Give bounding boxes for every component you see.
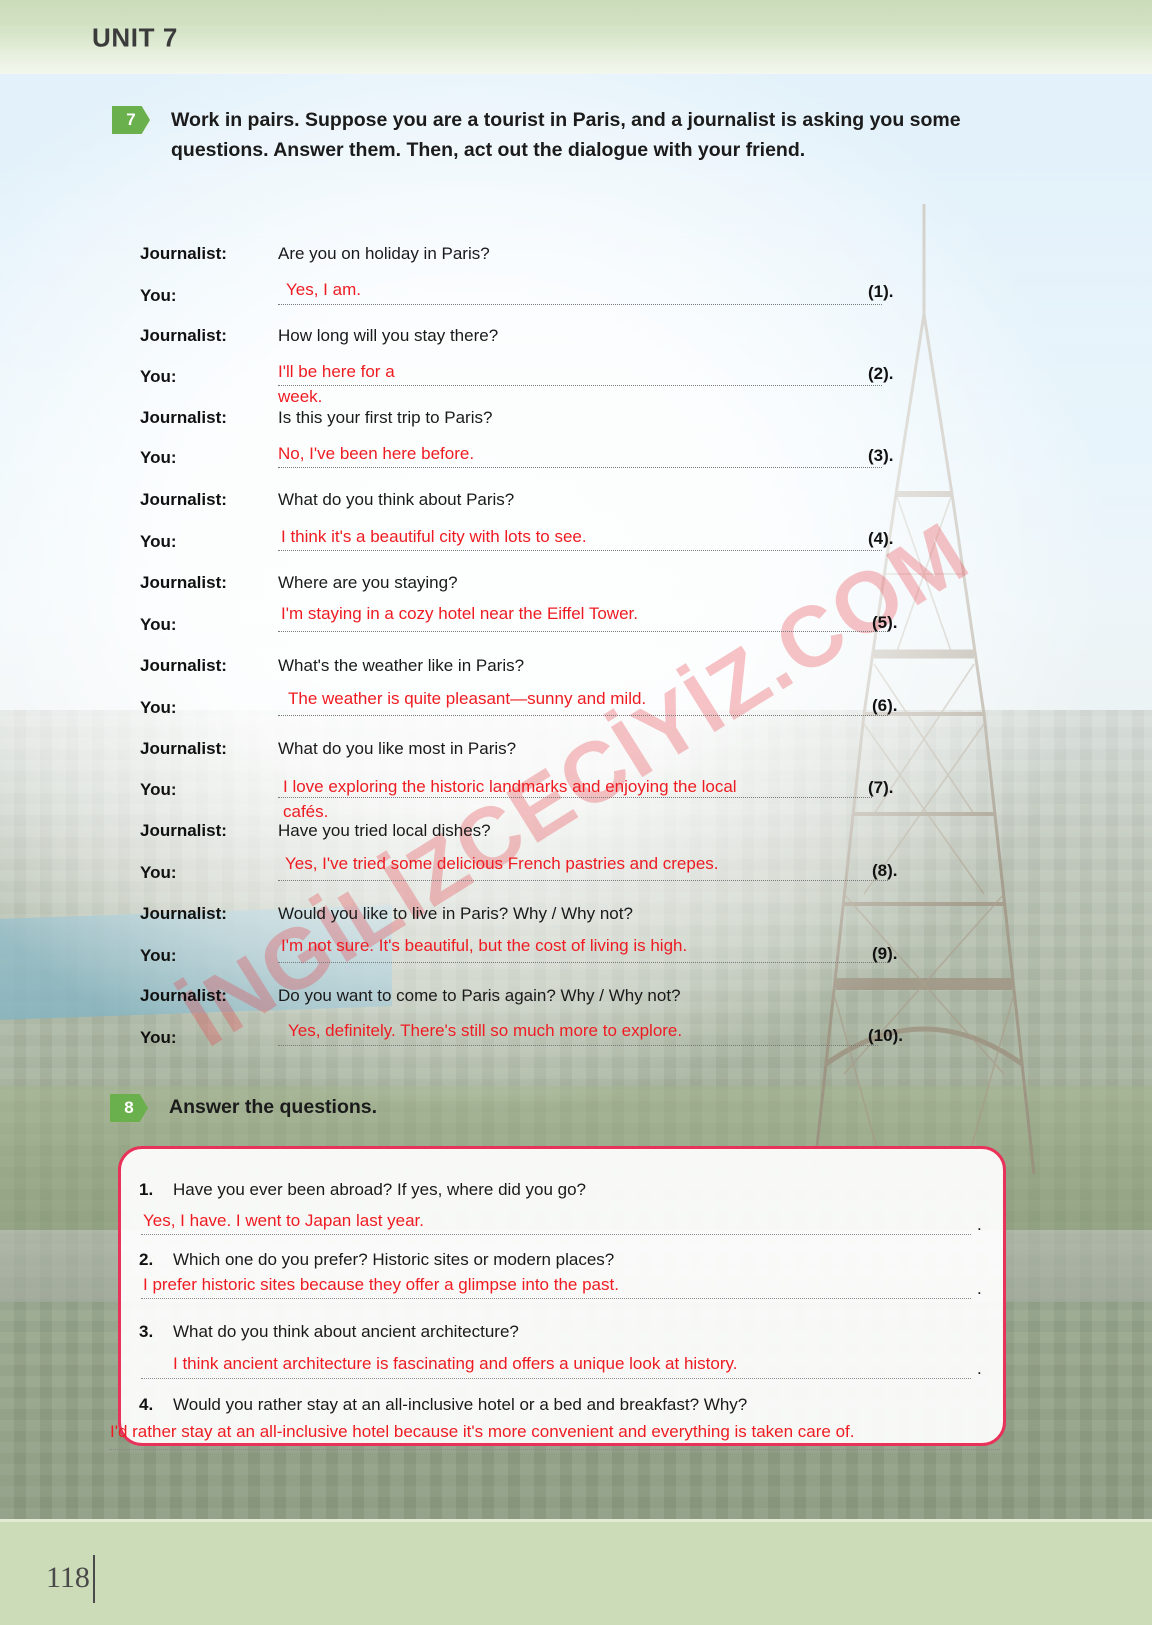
answer-line[interactable] — [278, 384, 882, 386]
answer-text[interactable]: I think it's a beautiful city with lots … — [281, 527, 587, 547]
answer-line[interactable] — [278, 630, 888, 632]
exercise-8-instruction: Answer the questions. — [169, 1096, 378, 1118]
answer-line[interactable] — [141, 1297, 971, 1299]
answer-text[interactable]: Yes, definitely. There's still so much m… — [288, 1021, 682, 1041]
speaker-label-journalist: Journalist: — [140, 244, 227, 263]
blank-marker: (4). — [868, 529, 894, 548]
journalist-question: Have you tried local dishes? — [278, 821, 491, 840]
blank-marker: (8). — [872, 861, 898, 880]
question-number: 3. — [139, 1322, 154, 1341]
answer-text-line2[interactable]: cafés. — [283, 802, 328, 822]
textbook-page: İNGİLİZCECİYİZ.COM UNIT 7 7 Work in pair… — [0, 0, 1152, 1625]
answer-text[interactable]: I'm staying in a cozy hotel near the Eif… — [281, 604, 638, 624]
question-text: Which one do you prefer? Historic sites … — [173, 1250, 615, 1269]
question-text: What do you think about ancient architec… — [173, 1322, 519, 1341]
blank-marker: (10). — [868, 1026, 903, 1045]
answer-line[interactable] — [278, 714, 888, 716]
page-header-band: UNIT 7 — [0, 0, 1152, 74]
question-number: 4. — [139, 1395, 154, 1414]
page-number: 118 — [46, 1561, 90, 1594]
answer-line[interactable] — [278, 303, 882, 305]
blank-marker: (7). — [868, 778, 894, 797]
answer-text[interactable]: I love exploring the historic landmarks … — [283, 777, 737, 797]
exercise-7-instruction: Work in pairs. Suppose you are a tourist… — [171, 109, 961, 161]
blank-marker: (5). — [872, 613, 898, 632]
answer-text-line2[interactable]: week. — [278, 387, 322, 407]
exercise-8-number-badge: 8 — [110, 1094, 148, 1122]
answer-line[interactable] — [141, 1377, 971, 1379]
question-text: Have you ever been abroad? If yes, where… — [173, 1180, 586, 1199]
speaker-label-journalist: Journalist: — [140, 656, 227, 675]
journalist-question: Would you like to live in Paris? Why / W… — [278, 904, 633, 923]
journalist-question: Do you want to come to Paris again? Why … — [278, 986, 681, 1005]
answer-text[interactable]: The weather is quite pleasant—sunny and … — [288, 689, 646, 709]
question-number: 1. — [139, 1180, 154, 1199]
exercise-8-question-box: 1. Have you ever been abroad? If yes, wh… — [118, 1146, 1006, 1446]
answer-line[interactable] — [278, 466, 882, 468]
speaker-label-you: You: — [140, 286, 177, 305]
blank-marker: (3). — [868, 446, 894, 465]
speaker-label-journalist: Journalist: — [140, 490, 227, 509]
speaker-label-journalist: Journalist: — [140, 904, 227, 923]
speaker-label-you: You: — [140, 780, 177, 799]
answer-period: . — [977, 1359, 982, 1378]
footer-top-edge — [0, 1519, 1152, 1522]
speaker-label-you: You: — [140, 367, 177, 386]
answer-period: . — [977, 1279, 982, 1298]
exercise-7-heading: 7 Work in pairs. Suppose you are a touri… — [112, 106, 1026, 166]
blank-marker: (9). — [872, 944, 898, 963]
speaker-label-you: You: — [140, 698, 177, 717]
blank-marker: (6). — [872, 696, 898, 715]
journalist-question: What do you like most in Paris? — [278, 739, 517, 758]
blank-marker: (2). — [868, 364, 894, 383]
journalist-question: Where are you staying? — [278, 573, 458, 592]
speaker-label-journalist: Journalist: — [140, 408, 227, 427]
speaker-label-journalist: Journalist: — [140, 986, 227, 1005]
question-text: Would you rather stay at an all-inclusiv… — [173, 1395, 748, 1414]
exercise-8-heading: 8 Answer the questions. — [110, 1094, 377, 1122]
speaker-label-you: You: — [140, 615, 177, 634]
question-number: 2. — [139, 1250, 154, 1269]
journalist-question: What do you think about Paris? — [278, 490, 515, 509]
journalist-question: Are you on holiday in Paris? — [278, 244, 490, 263]
answer-line[interactable] — [110, 1448, 1000, 1450]
answer-line[interactable] — [278, 549, 882, 551]
answer-line[interactable] — [141, 1233, 971, 1235]
answer-text[interactable]: Yes, I've tried some delicious French pa… — [285, 854, 719, 874]
speaker-label-journalist: Journalist: — [140, 326, 227, 345]
answer-text[interactable]: I'd rather stay at an all-inclusive hote… — [110, 1422, 855, 1442]
answer-period: . — [977, 1215, 982, 1234]
answer-text[interactable]: I'll be here for a — [278, 362, 395, 382]
answer-text[interactable]: I think ancient architecture is fascinat… — [173, 1354, 737, 1374]
speaker-label-you: You: — [140, 1028, 177, 1047]
answer-line[interactable] — [278, 961, 888, 963]
answer-line[interactable] — [278, 1044, 878, 1046]
unit-title: UNIT 7 — [92, 22, 178, 53]
speaker-label-you: You: — [140, 532, 177, 551]
journalist-question: Is this your first trip to Paris? — [278, 408, 493, 427]
blank-marker: (1). — [868, 282, 894, 301]
speaker-label-you: You: — [140, 448, 177, 467]
page-footer-band — [0, 1519, 1152, 1625]
answer-text[interactable]: Yes, I am. — [286, 280, 361, 300]
speaker-label-you: You: — [140, 946, 177, 965]
answer-text[interactable]: No, I've been here before. — [278, 444, 474, 464]
speaker-label-journalist: Journalist: — [140, 821, 227, 840]
answer-line[interactable] — [278, 879, 888, 881]
speaker-label-journalist: Journalist: — [140, 573, 227, 592]
exercise-7-number-badge: 7 — [112, 106, 150, 134]
answer-text[interactable]: I'm not sure. It's beautiful, but the co… — [281, 936, 687, 956]
answer-text[interactable]: I prefer historic sites because they off… — [143, 1275, 619, 1295]
speaker-label-you: You: — [140, 863, 177, 882]
journalist-question: What's the weather like in Paris? — [278, 656, 525, 675]
journalist-question: How long will you stay there? — [278, 326, 499, 345]
speaker-label-journalist: Journalist: — [140, 739, 227, 758]
page-number-rule — [93, 1555, 95, 1603]
answer-text[interactable]: Yes, I have. I went to Japan last year. — [143, 1211, 424, 1231]
